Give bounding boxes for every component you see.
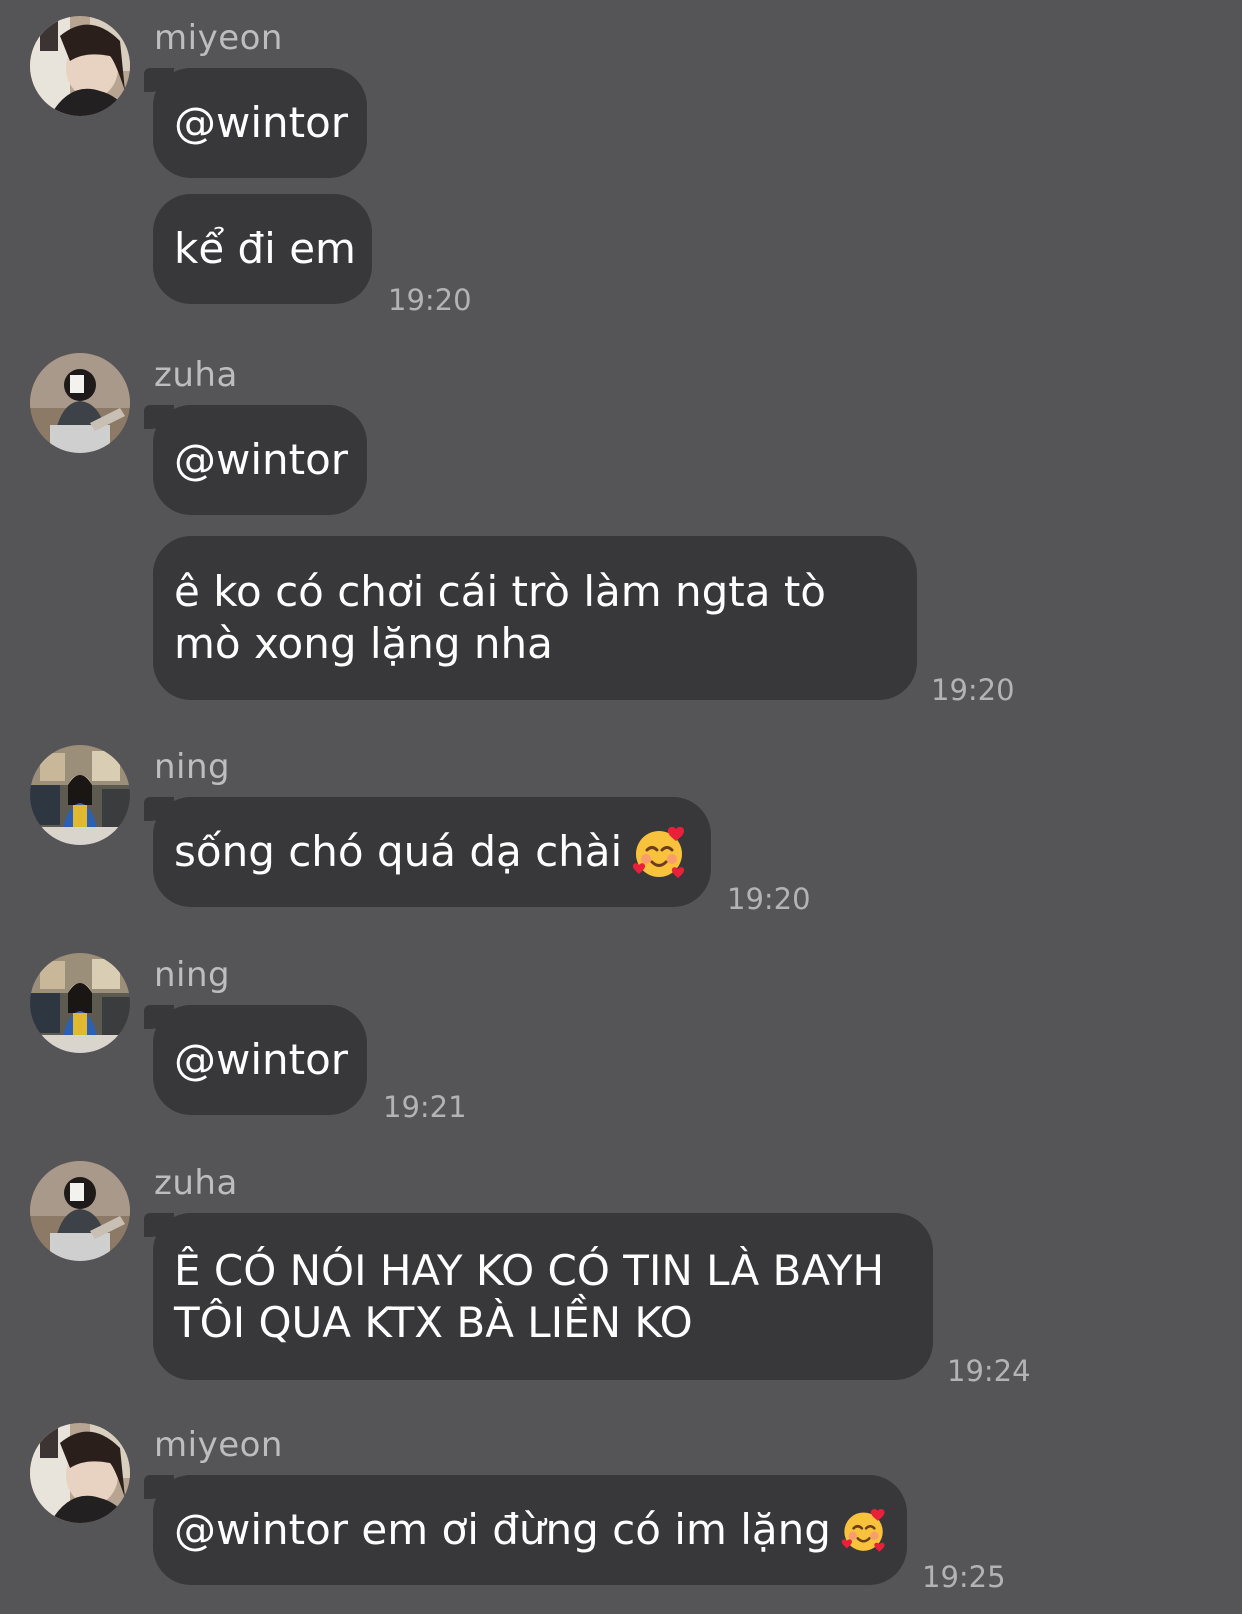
message-time: 19:21 xyxy=(383,1090,467,1124)
avatar[interactable] xyxy=(30,953,130,1053)
message-text: Ê CÓ NÓI HAY KO CÓ TIN LÀ BAYH TÔI QUA K… xyxy=(174,1245,885,1347)
avatar[interactable] xyxy=(30,353,130,453)
smiling-face-with-hearts-icon xyxy=(632,825,686,879)
message-text: sống chó quá dạ chài xyxy=(174,827,623,876)
message-bubble[interactable]: @wintor xyxy=(144,68,367,178)
avatar-ning-image xyxy=(30,745,130,845)
message-bubble[interactable]: sống chó quá dạ chài xyxy=(144,797,711,907)
avatar[interactable] xyxy=(30,1161,130,1261)
sender-name: ning xyxy=(154,955,231,995)
message-time: 19:25 xyxy=(922,1560,1006,1594)
sender-name: miyeon xyxy=(154,1425,283,1465)
message-text: @wintor xyxy=(174,435,349,484)
message-bubble[interactable]: @wintor xyxy=(144,1005,367,1115)
avatar-ning-image xyxy=(30,953,130,1053)
message-bubble[interactable]: Ê CÓ NÓI HAY KO CÓ TIN LÀ BAYH TÔI QUA K… xyxy=(144,1213,933,1380)
message-text: ê ko có chơi cái trò làm ngta tò mò xong… xyxy=(174,567,827,668)
message-time: 19:20 xyxy=(931,673,1015,707)
message-text: @wintor em ơi đừng có im lặng xyxy=(174,1505,831,1554)
message-bubble[interactable]: ê ko có chơi cái trò làm ngta tò mò xong… xyxy=(153,536,917,700)
message-time: 19:20 xyxy=(727,882,811,916)
message-text: @wintor xyxy=(174,98,349,147)
sender-name: zuha xyxy=(154,1163,238,1203)
avatar-zuha-image xyxy=(30,353,130,453)
avatar[interactable] xyxy=(30,745,130,845)
message-text: @wintor xyxy=(174,1035,349,1084)
avatar-miyeon-image xyxy=(30,1423,130,1523)
message-time: 19:24 xyxy=(947,1354,1031,1388)
avatar[interactable] xyxy=(30,16,130,116)
avatar[interactable] xyxy=(30,1423,130,1523)
avatar-miyeon-image xyxy=(30,16,130,116)
sender-name: miyeon xyxy=(154,18,283,58)
chat-thread: miyeon @wintor kể đi em 19:20 zuha @wint… xyxy=(0,0,1242,1614)
message-text: kể đi em xyxy=(174,224,356,273)
sender-name: ning xyxy=(154,747,231,787)
avatar-zuha-image xyxy=(30,1161,130,1261)
sender-name: zuha xyxy=(154,355,238,395)
smiling-face-with-hearts-icon xyxy=(840,1507,886,1553)
message-bubble[interactable]: @wintor xyxy=(144,405,367,515)
message-bubble[interactable]: kể đi em xyxy=(153,194,372,304)
message-time: 19:20 xyxy=(388,283,472,317)
message-bubble[interactable]: @wintor em ơi đừng có im lặng xyxy=(144,1475,907,1585)
